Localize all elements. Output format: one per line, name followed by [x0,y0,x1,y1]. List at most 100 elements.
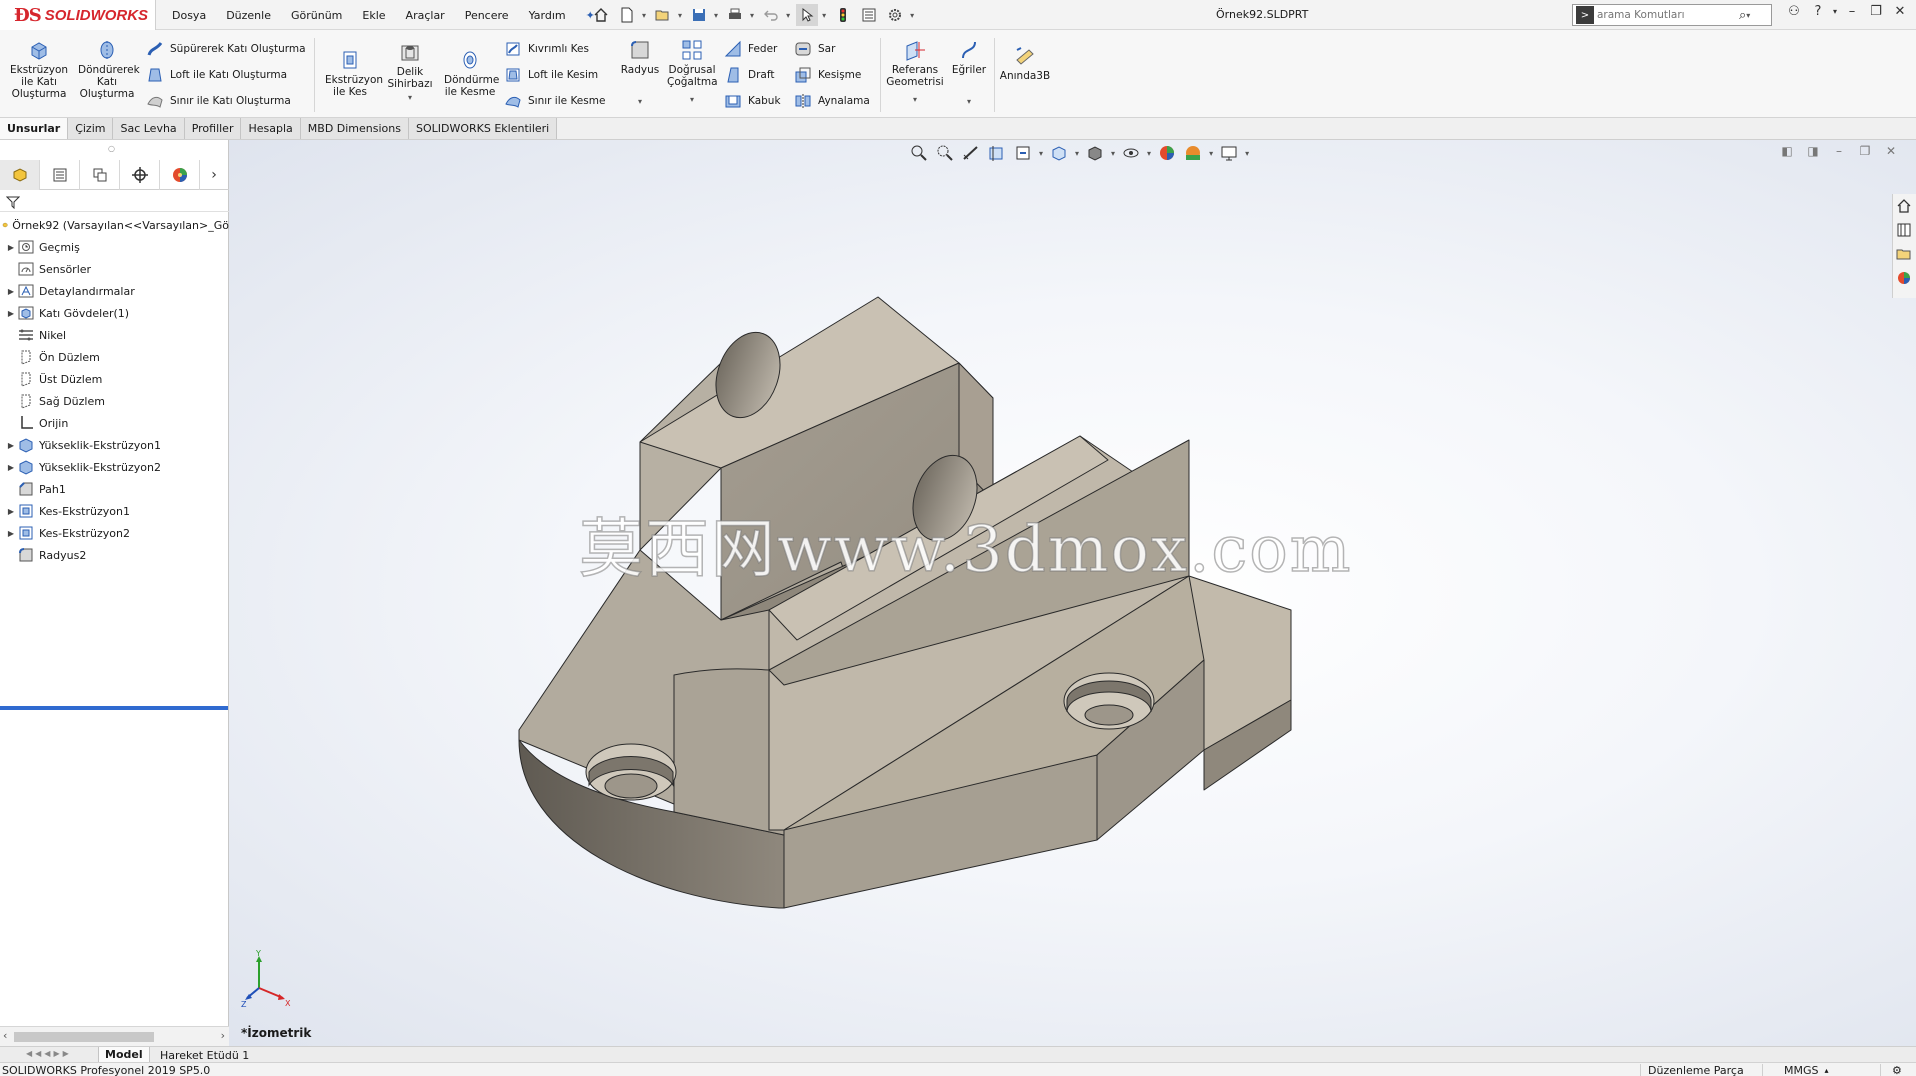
restore-icon[interactable]: ❐ [1864,4,1888,19]
file-explorer-icon[interactable] [1893,242,1915,266]
filter-funnel-icon[interactable] [6,195,20,209]
tree-filter[interactable] [0,192,229,212]
intersect-button[interactable]: Kesişme [794,66,861,84]
menu-tools[interactable]: Araçlar [406,9,445,22]
chevron-down-icon[interactable]: ▾ [786,11,790,20]
view-settings-icon[interactable] [1219,143,1239,163]
tab-profiles[interactable]: Profiller [184,118,242,139]
command-prompt-icon[interactable]: > [1576,6,1594,24]
expand-arrow-icon[interactable]: ▶ [5,463,17,472]
tab-navigation-arrows-icon[interactable]: ◀◀◀▶▶ [26,1049,72,1058]
chevron-down-icon[interactable]: ▾ [638,96,642,108]
chevron-down-icon[interactable]: ▾ [910,11,914,20]
chevron-down-icon[interactable]: ▾ [1245,149,1249,158]
panel-grip-icon[interactable]: ○ [108,144,115,153]
loft-cut-button[interactable]: Loft ile Kesim [504,66,598,84]
home-icon[interactable] [590,4,612,26]
split-view-icon[interactable]: ◧ [1774,144,1800,158]
boundary-boss-button[interactable]: Sınır ile Katı Oluşturma [146,92,291,110]
tree-item-boss-extrude1[interactable]: ▶ Yükseklik-Ekstrüzyon1 [0,434,229,456]
file-properties-icon[interactable] [858,4,880,26]
tree-item-sensors[interactable]: Sensörler [0,258,229,280]
chevron-down-icon[interactable]: ▾ [408,92,412,104]
select-pointer-icon[interactable] [796,4,819,26]
zoom-to-area-icon[interactable] [935,143,955,163]
scroll-thumb[interactable] [14,1032,154,1042]
fillet-button[interactable]: Radyus ▾ [612,38,668,108]
save-icon[interactable] [688,4,710,26]
swept-boss-button[interactable]: Süpürerek Katı Oluşturma [146,40,306,58]
shell-button[interactable]: Kabuk [724,92,781,110]
property-manager-tab[interactable] [40,160,80,190]
reference-geometry-button[interactable]: Referans Geometrisi ▾ [884,38,946,106]
tab-evaluate[interactable]: Hesapla [241,118,301,139]
tab-features[interactable]: Unsurlar [0,118,69,139]
tree-item-front-plane[interactable]: Ön Düzlem [0,346,229,368]
chevron-down-icon[interactable]: ▾ [750,11,754,20]
linear-pattern-button[interactable]: Doğrusal Çoğaltma ▾ [664,38,720,106]
search-icon[interactable]: ⌕ [1739,8,1746,23]
part-model-3d[interactable] [229,140,1916,1046]
extrude-boss-button[interactable]: Ekstrüzyon ile Katı Oluşturma [6,38,72,100]
menu-window[interactable]: Pencere [465,9,509,22]
chevron-down-icon[interactable]: ▾ [1147,149,1151,158]
previous-view-icon[interactable] [961,143,981,163]
rib-button[interactable]: Feder [724,40,777,58]
menu-help[interactable]: Yardım [529,9,566,22]
customize-status-icon[interactable]: ⚙ [1892,1063,1902,1076]
hole-wizard-button[interactable]: Delik Sihirbazı ▾ [380,40,440,104]
tree-item-right-plane[interactable]: Sağ Düzlem [0,390,229,412]
tree-item-cut-extrude2[interactable]: ▶ Kes-Ekstrüzyon2 [0,522,229,544]
menu-file[interactable]: Dosya [172,9,206,22]
expand-arrow-icon[interactable]: ▶ [5,529,17,538]
expand-arrow-icon[interactable]: ▶ [5,507,17,516]
chevron-down-icon[interactable]: ▾ [690,94,694,106]
design-library-icon[interactable] [1893,218,1915,242]
close-icon[interactable]: ✕ [1878,144,1904,158]
chevron-down-icon[interactable]: ▾ [714,11,718,20]
tree-item-cut-extrude1[interactable]: ▶ Kes-Ekstrüzyon1 [0,500,229,522]
tab-sheet-metal[interactable]: Sac Levha [113,118,185,139]
loft-boss-button[interactable]: Loft ile Katı Oluşturma [146,66,287,84]
dynamic-annotation-icon[interactable] [1013,143,1033,163]
chevron-down-icon[interactable]: ▾ [822,11,826,20]
new-document-icon[interactable] [616,4,638,26]
user-icon[interactable]: ⚇ [1782,4,1806,19]
menu-insert[interactable]: Ekle [362,9,385,22]
instant3d-button[interactable]: Anında3B [996,44,1054,82]
solidworks-resources-icon[interactable] [1893,194,1915,218]
tree-item-solid-bodies[interactable]: ▶ Katı Gövdeler(1) [0,302,229,324]
search-input[interactable] [1597,9,1737,21]
feature-tree-tab[interactable] [0,160,40,190]
tree-item-origin[interactable]: Orijin [0,412,229,434]
expand-arrow-icon[interactable]: ▶ [5,287,17,296]
boundary-cut-button[interactable]: Sınır ile Kesme [504,92,605,110]
apply-scene-icon[interactable] [1183,143,1203,163]
zoom-to-fit-icon[interactable] [909,143,929,163]
tree-item-history[interactable]: ▶ Geçmiş [0,236,229,258]
edit-appearance-icon[interactable] [1157,143,1177,163]
hide-show-items-icon[interactable] [1121,143,1141,163]
traffic-light-icon[interactable] [832,4,854,26]
chevron-down-icon[interactable]: ▾ [678,11,682,20]
expand-arrow-icon[interactable]: ▶ [5,309,17,318]
tab-solidworks-addins[interactable]: SOLIDWORKS Eklentileri [409,118,558,139]
dimxpert-manager-tab[interactable] [120,160,160,190]
minimize-icon[interactable]: – [1840,4,1864,19]
extrude-cut-button[interactable]: Ekstrüzyon ile Kes [318,48,383,98]
mirror-button[interactable]: Aynalama [794,92,870,110]
tree-horizontal-scrollbar[interactable]: ‹ › [0,1026,229,1046]
display-manager-tab[interactable] [160,160,200,190]
reference-triad[interactable]: Y X Z [241,950,301,1010]
wrap-button[interactable]: Sar [794,40,835,58]
chevron-down-icon[interactable]: ▾ [1111,149,1115,158]
chevron-down-icon[interactable]: ▾ [1209,149,1213,158]
tree-item-material[interactable]: Nikel [0,324,229,346]
revolve-cut-button[interactable]: Döndürme ile Kesme [438,48,502,98]
more-tabs-button[interactable]: › [200,160,228,190]
unit-system-selector[interactable]: MMGS ▴ [1784,1063,1829,1076]
chevron-down-icon[interactable]: ▾ [1075,149,1079,158]
tree-item-chamfer1[interactable]: Pah1 [0,478,229,500]
close-icon[interactable]: ✕ [1888,4,1912,19]
help-icon[interactable]: ? [1806,4,1830,19]
